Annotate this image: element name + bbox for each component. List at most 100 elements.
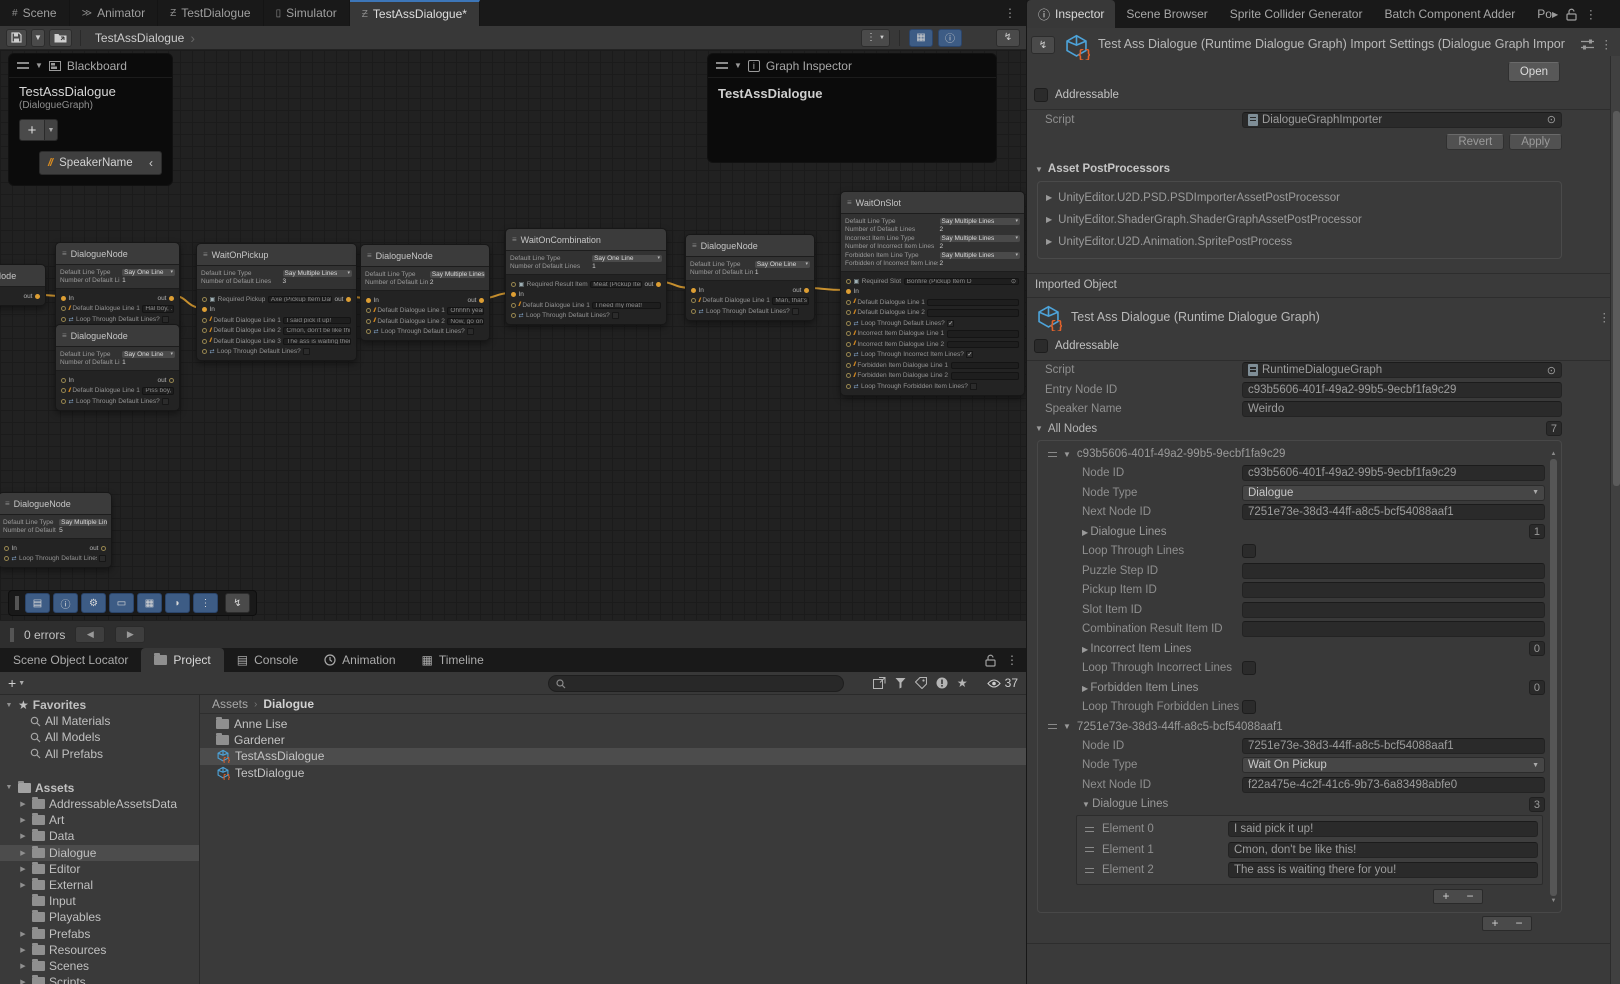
port-dot[interactable]: [846, 321, 851, 326]
port-checkbox[interactable]: [99, 555, 106, 562]
out-port[interactable]: out: [23, 293, 40, 300]
tree-item-dialogue[interactable]: ▶Dialogue: [0, 845, 199, 861]
file-item-testdialogue[interactable]: {}TestDialogue: [200, 765, 1026, 781]
port-checkbox[interactable]: [162, 316, 169, 323]
port-dot[interactable]: [511, 303, 516, 308]
tab-inspector[interactable]: ⓘInspector: [1027, 0, 1115, 28]
log-type-icon[interactable]: [936, 677, 948, 689]
row-field[interactable]: 7251e73e-38d3-44ff-a8c5-bcf54088aaf1: [1242, 504, 1545, 520]
port-dot[interactable]: [202, 349, 207, 354]
kebab-menu-icon[interactable]: ⋮: [1601, 37, 1613, 51]
node-title-bar[interactable]: ≡DialogueNode: [56, 243, 179, 265]
row-field[interactable]: c93b5606-401f-49a2-99b5-9ecbf1fa9c29: [1242, 465, 1545, 481]
blackboard-property-speakername[interactable]: // SpeakerName ‹: [39, 151, 162, 175]
node-group-header[interactable]: ▼7251e73e-38d3-44ff-a8c5-bcf54088aaf1: [1038, 717, 1547, 736]
script-object-field[interactable]: RuntimeDialogueGraph ⊙: [1242, 362, 1562, 378]
port-text-field[interactable]: [927, 299, 1019, 307]
property-collapse-icon[interactable]: ‹: [149, 156, 153, 170]
property-control[interactable]: Say One Line▾: [755, 261, 810, 269]
reorder-handle-icon[interactable]: [1085, 847, 1094, 852]
graph-node-startnode-0[interactable]: ≡StartNode out: [0, 264, 46, 306]
collapse-arrow-icon[interactable]: ▼: [734, 61, 742, 70]
foldout-arrow-icon[interactable]: ▶: [18, 881, 28, 889]
postprocessor-item[interactable]: ▶UnityEditor.U2D.Animation.SpritePostPro…: [1046, 231, 1553, 253]
add-property-dropdown[interactable]: ▼: [45, 119, 58, 141]
favorite-item-all-prefabs[interactable]: All Prefabs: [0, 746, 199, 762]
tab-console[interactable]: ▤Console: [224, 648, 311, 672]
blackboard-header[interactable]: ▼ Blackboard: [9, 54, 172, 78]
remove-element-button[interactable]: −: [1458, 890, 1482, 903]
port-object-field[interactable]: Meat (Pickup Item Data)⊙: [590, 281, 642, 289]
search-by-type-icon[interactable]: [895, 677, 906, 689]
port-dot[interactable]: [511, 292, 516, 297]
tree-item-input[interactable]: Input: [0, 893, 199, 909]
more-options-button[interactable]: ⋮: [193, 593, 218, 613]
foldout-arrow-icon[interactable]: ▼: [1063, 450, 1071, 459]
scroll-up-icon[interactable]: ▲: [1551, 451, 1557, 457]
foldout-arrow-icon[interactable]: ▼: [4, 702, 14, 709]
revert-button[interactable]: Revert: [1446, 134, 1504, 150]
element-field[interactable]: The ass is waiting there for you!: [1228, 862, 1538, 878]
tree-item-external[interactable]: ▶External: [0, 877, 199, 893]
node-title-bar[interactable]: ≡WaitOnSlot: [841, 192, 1024, 214]
port-text-field[interactable]: Cmon, don't be like this!: [283, 327, 351, 335]
graph-options-button[interactable]: ⋮▼: [861, 29, 890, 47]
node-title-bar[interactable]: ≡WaitOnCombination: [506, 229, 666, 251]
out-port-dot[interactable]: [35, 294, 40, 299]
graph-node-waitonslot-7[interactable]: ≡WaitOnSlotDefault Line TypeSay Multiple…: [840, 191, 1025, 396]
port-text-field[interactable]: I said pick it up!: [283, 317, 351, 325]
port-dot[interactable]: [846, 300, 851, 305]
tree-item-editor[interactable]: ▶Editor: [0, 861, 199, 877]
port-dot[interactable]: [691, 298, 696, 303]
breadcrumb-current[interactable]: Dialogue: [263, 697, 314, 711]
lock-icon[interactable]: [985, 654, 996, 667]
port-dot[interactable]: [511, 282, 516, 287]
port-text-field[interactable]: [951, 372, 1019, 380]
graph-inspector-panel[interactable]: ▼ i Graph Inspector TestAssDialogue: [707, 53, 997, 163]
out-port[interactable]: out: [467, 297, 484, 304]
add-node-button[interactable]: +: [1483, 917, 1507, 930]
port-text-field[interactable]: [947, 341, 1019, 349]
row-field[interactable]: [1242, 582, 1545, 598]
row-field[interactable]: [1242, 621, 1545, 637]
file-item-gardener[interactable]: Gardener: [200, 732, 1026, 748]
inspector-menu-icon[interactable]: ⋮: [1585, 7, 1597, 21]
port-dot[interactable]: [61, 296, 66, 301]
out-port[interactable]: out: [644, 281, 661, 288]
element-field[interactable]: I said pick it up!: [1228, 821, 1538, 837]
port-dot[interactable]: [202, 318, 207, 323]
port-checkbox[interactable]: ✓: [966, 351, 973, 358]
property-dropdown[interactable]: Say Multiple Lines▾: [940, 252, 1021, 260]
open-button[interactable]: Open: [1508, 62, 1560, 82]
foldout-label[interactable]: ▶ Dialogue Lines: [1082, 526, 1242, 538]
node-collapse-icon[interactable]: ≡: [62, 331, 67, 340]
collapse-arrow-icon[interactable]: ▼: [35, 61, 43, 70]
node-collapse-icon[interactable]: ≡: [5, 499, 10, 508]
graph-inspector-header[interactable]: ▼ i Graph Inspector: [708, 54, 996, 78]
port-text-field[interactable]: I need my meat!: [592, 302, 661, 310]
port-dot[interactable]: [846, 279, 851, 284]
info-button[interactable]: ⓘ: [53, 593, 78, 613]
scroll-down-icon[interactable]: ▼: [1551, 898, 1557, 904]
window-button[interactable]: ▭: [109, 593, 134, 613]
addressable-checkbox[interactable]: [1034, 88, 1048, 102]
node-collapse-icon[interactable]: ≡: [692, 241, 697, 250]
port-text-field[interactable]: Ohhhh yeah,: [447, 307, 484, 315]
drag-handle-icon[interactable]: [17, 62, 29, 69]
reorder-handle-icon[interactable]: [1085, 827, 1094, 832]
property-control[interactable]: Say One Line▾: [592, 255, 662, 263]
port-dot[interactable]: [366, 319, 371, 324]
breadcrumb-root[interactable]: Assets: [212, 697, 248, 711]
tree-root-assets[interactable]: ▼Assets: [0, 780, 199, 796]
property-dropdown[interactable]: Say One Line▾: [122, 351, 175, 359]
port-text-field[interactable]: Piss boy, ...W: [142, 387, 174, 395]
port-dot[interactable]: [61, 317, 66, 322]
port-dot[interactable]: [202, 307, 207, 312]
favorites-root[interactable]: ▼★Favorites: [0, 697, 199, 713]
node-title-bar[interactable]: ≡StartNode: [0, 265, 45, 287]
file-item-anne-lise[interactable]: Anne Lise: [200, 716, 1026, 732]
tree-item-resources[interactable]: ▶Resources: [0, 942, 199, 958]
element-field[interactable]: Cmon, don't be like this!: [1228, 842, 1538, 858]
port-dot[interactable]: [4, 546, 9, 551]
row-dropdown[interactable]: Wait On Pickup▼: [1242, 757, 1545, 773]
